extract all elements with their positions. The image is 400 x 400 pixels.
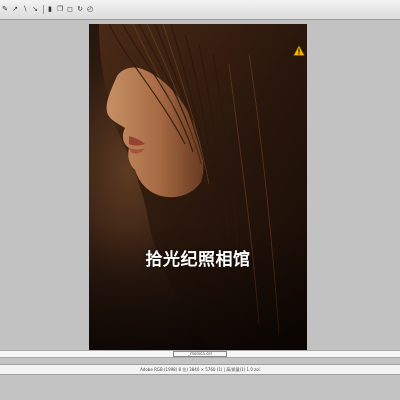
crop-icon[interactable]: ◻ <box>66 5 74 15</box>
rotate-icon[interactable]: ↻ <box>76 5 84 15</box>
portrait-photo <box>89 24 307 350</box>
photo-canvas[interactable]: 拾光纪照相馆 <box>89 24 307 350</box>
watermark-text: 拾光纪照相馆 <box>145 250 251 270</box>
pencil-icon[interactable]: ✎ <box>1 5 9 15</box>
copy-icon[interactable]: ❐ <box>56 5 64 15</box>
canvas-area[interactable]: 拾光纪照相馆 <box>0 20 400 350</box>
status-text: Adobe RGB (1998) 8 位) 3840 × 5760 (1) | … <box>140 367 260 372</box>
line-icon[interactable]: ∖ <box>21 5 29 15</box>
warning-icon[interactable] <box>293 45 305 56</box>
toolbar-divider <box>43 5 44 14</box>
brush-icon[interactable]: ↗ <box>11 5 19 15</box>
status-bar: Adobe RGB (1998) 8 位) 3840 × 5760 (1) | … <box>0 364 400 375</box>
transform-icon[interactable]: ↘ <box>31 5 39 15</box>
bucket-icon[interactable]: ▮ <box>46 5 54 15</box>
bottom-panel <box>0 375 400 400</box>
editor-window: ✎ ↗ ∖ ↘ ▮ ❐ ◻ ↻ ◴ 拾光纪照相馆 _monica.cel Ado… <box>0 0 400 400</box>
toolbar: ✎ ↗ ∖ ↘ ▮ ❐ ◻ ↻ ◴ <box>0 0 400 20</box>
reset-icon[interactable]: ◴ <box>86 5 94 15</box>
filename-strip: _monica.cel <box>0 350 400 358</box>
filename-label: _monica.cel <box>188 351 212 356</box>
